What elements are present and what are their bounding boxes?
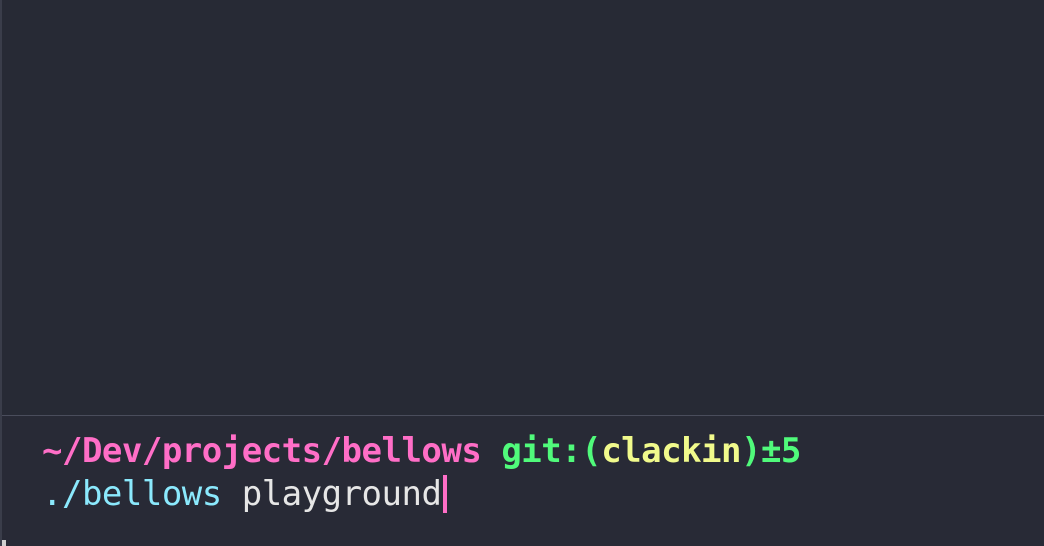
terminal-output-area bbox=[2, 0, 1044, 415]
prompt-git-branch: clackin bbox=[601, 431, 741, 471]
command-input[interactable]: ./bellows playground bbox=[42, 474, 448, 514]
command-executable: ./bellows bbox=[42, 474, 222, 514]
command-arguments: playground bbox=[241, 474, 442, 514]
prompt-git-status: )±5 bbox=[740, 431, 801, 471]
terminal-window[interactable]: ~/Dev/projects/bellows git:(clackin)±5 .… bbox=[0, 0, 1044, 546]
prompt-path: ~/Dev/projects/bellows bbox=[42, 431, 482, 471]
shell-prompt: ~/Dev/projects/bellows git:(clackin)±5 bbox=[42, 431, 801, 471]
terminal-input-area[interactable]: ~/Dev/projects/bellows git:(clackin)±5 .… bbox=[2, 416, 1044, 546]
resize-corner bbox=[2, 540, 6, 546]
prompt-git-prefix: git:( bbox=[501, 431, 602, 471]
text-cursor bbox=[443, 475, 448, 513]
